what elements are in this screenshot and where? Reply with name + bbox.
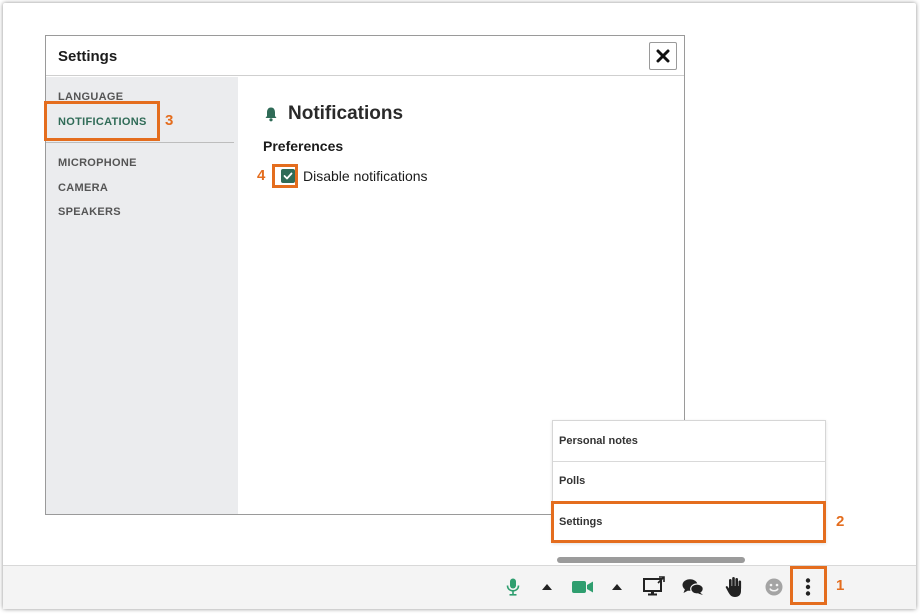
close-button[interactable] xyxy=(649,42,677,70)
microphone-icon xyxy=(506,578,520,596)
sidebar-item-camera[interactable]: CAMERA xyxy=(58,182,108,194)
video-camera-icon xyxy=(572,581,593,593)
settings-sidebar: LANGUAGE NOTIFICATIONS MICROPHONE CAMERA… xyxy=(46,77,238,514)
bottom-toolbar xyxy=(3,565,916,609)
microphone-options-button[interactable] xyxy=(540,580,554,594)
sidebar-item-speakers[interactable]: SPEAKERS xyxy=(58,206,121,218)
section-heading: Preferences xyxy=(263,138,344,154)
camera-options-button[interactable] xyxy=(610,580,624,594)
emoji-icon xyxy=(765,578,783,596)
highlight-more-button xyxy=(790,566,827,605)
menu-item-polls[interactable]: Polls xyxy=(559,475,585,487)
sidebar-item-microphone[interactable]: MICROPHONE xyxy=(58,157,137,169)
screen-share-icon xyxy=(643,576,665,596)
reactions-button[interactable] xyxy=(763,576,785,598)
highlight-notifications-tab xyxy=(44,101,160,141)
screen-share-button[interactable] xyxy=(642,574,666,598)
highlight-checkbox xyxy=(272,164,298,188)
highlight-settings-item xyxy=(551,501,826,543)
dialog-title: Settings xyxy=(58,48,118,65)
camera-button[interactable] xyxy=(571,576,595,598)
sidebar-divider xyxy=(46,142,234,143)
caret-up-icon xyxy=(542,584,552,590)
checkbox-label[interactable]: Disable notifications xyxy=(303,168,428,184)
raise-hand-icon xyxy=(725,577,742,597)
caret-up-icon xyxy=(612,584,622,590)
bell-icon xyxy=(265,107,277,122)
horizontal-scrollbar[interactable] xyxy=(557,557,745,563)
page-title: Notifications xyxy=(288,103,404,124)
microphone-button[interactable] xyxy=(503,576,523,598)
close-icon xyxy=(656,49,670,63)
annotation-number-2: 2 xyxy=(836,513,845,530)
dialog-header: Settings xyxy=(46,36,684,76)
annotation-number-4: 4 xyxy=(257,167,266,184)
raise-hand-button[interactable] xyxy=(722,574,746,600)
chat-icon xyxy=(682,579,704,595)
annotation-number-3: 3 xyxy=(165,112,174,129)
annotation-number-1: 1 xyxy=(836,577,845,594)
menu-divider xyxy=(553,461,825,462)
chat-button[interactable] xyxy=(680,575,706,599)
menu-item-personal-notes[interactable]: Personal notes xyxy=(559,435,638,447)
